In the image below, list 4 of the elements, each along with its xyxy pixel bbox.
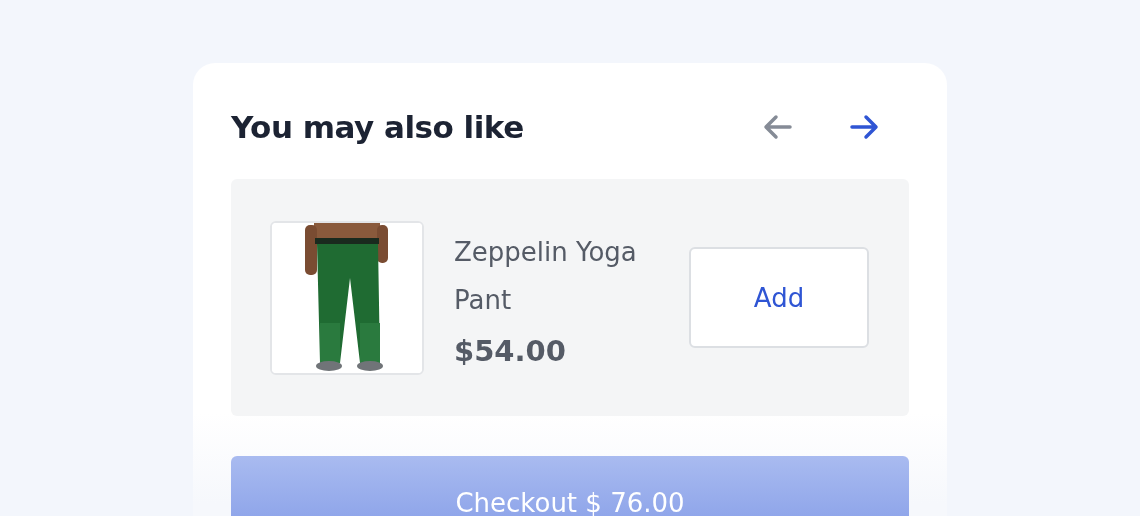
product-price: $54.00 (454, 333, 567, 368)
section-title: You may also like (231, 109, 524, 145)
add-button[interactable]: Add (689, 247, 869, 348)
product-name: Zeppelin Yoga Pant (454, 235, 638, 317)
